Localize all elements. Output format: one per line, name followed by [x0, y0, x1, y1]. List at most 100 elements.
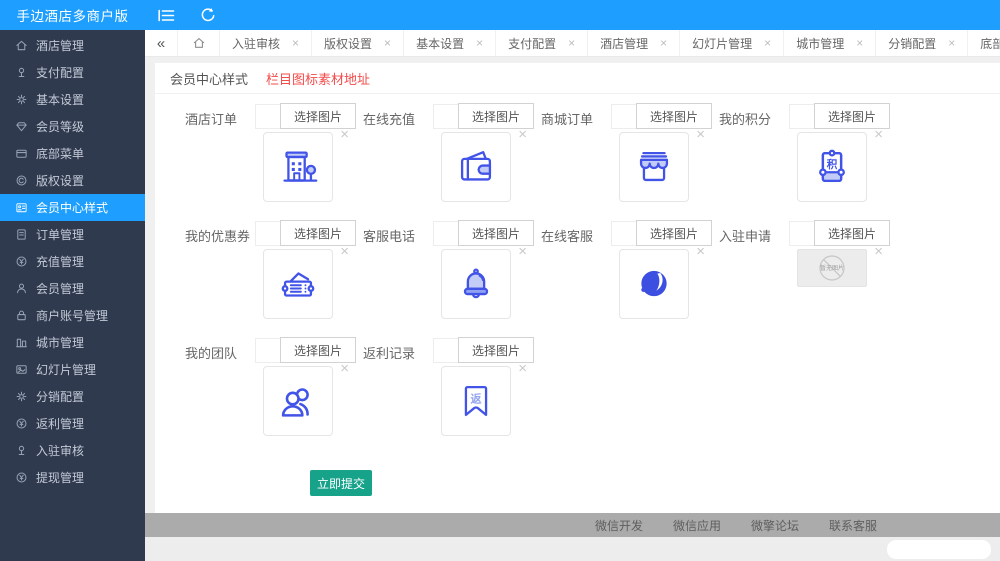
menu-toggle-icon[interactable]	[145, 0, 187, 30]
remove-image-icon[interactable]: ×	[696, 244, 705, 259]
sidebar-item-入驻审核[interactable]: 入驻审核	[0, 437, 145, 464]
tab-label: 基本设置	[416, 35, 464, 52]
upload-path-input[interactable]	[611, 221, 636, 246]
upload-path-input[interactable]	[789, 104, 814, 129]
remove-image-icon[interactable]: ×	[874, 244, 883, 259]
sidebar-item-底部菜单[interactable]: 底部菜单	[0, 140, 145, 167]
tab-close-icon[interactable]: ×	[292, 36, 299, 50]
sidebar-item-会员等级[interactable]: 会员等级	[0, 113, 145, 140]
upload-cell-我的团队: 我的团队选择图片×	[185, 337, 363, 436]
sidebar-item-label: 会员等级	[36, 118, 84, 135]
sidebar-item-label: 支付配置	[36, 64, 84, 81]
upload-path-input[interactable]	[433, 221, 458, 246]
sidebar-item-城市管理[interactable]: 城市管理	[0, 329, 145, 356]
tab-close-icon[interactable]: ×	[948, 36, 955, 50]
remove-image-icon[interactable]: ×	[518, 127, 527, 142]
tab-底部菜单[interactable]: 底部菜单×	[968, 30, 1000, 56]
image-preview-wrap: ×	[441, 132, 511, 202]
shop-icon	[619, 132, 689, 202]
tab-入驻审核[interactable]: 入驻审核×	[220, 30, 312, 56]
sidebar-item-幻灯片管理[interactable]: 幻灯片管理	[0, 356, 145, 383]
upload-cell-在线充值: 在线充值选择图片×	[363, 103, 541, 202]
sidebar-item-会员管理[interactable]: 会员管理	[0, 275, 145, 302]
upload-path-input[interactable]	[255, 338, 280, 363]
upload-path-input[interactable]	[255, 104, 280, 129]
tab-酒店管理[interactable]: 酒店管理 ×	[588, 30, 680, 56]
remove-image-icon[interactable]: ×	[340, 361, 349, 376]
sidebar-item-提现管理[interactable]: 提现管理	[0, 464, 145, 491]
tabs-collapse-button[interactable]: «	[145, 30, 178, 56]
tab-close-icon[interactable]: ×	[568, 36, 575, 50]
panel-header: 会员中心样式 栏目图标素材地址	[155, 63, 1000, 94]
main-area: « 入驻审核×版权设置×基本设置×支付配置×酒店管理×幻灯片管理×城市管理×分销…	[145, 30, 1000, 561]
item-label: 返利记录	[363, 337, 433, 436]
tabbar: « 入驻审核×版权设置×基本设置×支付配置×酒店管理×幻灯片管理×城市管理×分销…	[145, 30, 1000, 57]
upload-path-input[interactable]	[433, 338, 458, 363]
sidebar-item-label: 商户账号管理	[36, 307, 108, 324]
sidebar-item-返利管理[interactable]: 返利管理	[0, 410, 145, 437]
remove-image-icon[interactable]: ×	[518, 361, 527, 376]
remove-image-icon[interactable]: ×	[340, 127, 349, 142]
tab-close-icon[interactable]: ×	[384, 36, 391, 50]
upload-path-input[interactable]	[433, 104, 458, 129]
item-label: 在线充值	[363, 103, 433, 202]
no-image-placeholder: 暂无图片	[797, 249, 867, 287]
tab-close-icon[interactable]: ×	[764, 36, 771, 50]
remove-image-icon[interactable]: ×	[340, 244, 349, 259]
hotel-icon	[263, 132, 333, 202]
tab-label: 酒店管理	[600, 35, 648, 52]
tab-close-icon[interactable]: ×	[856, 36, 863, 50]
footer-link-联系客服[interactable]: 联系客服	[829, 517, 877, 534]
item-label: 我的团队	[185, 337, 255, 436]
sidebar-item-会员中心样式[interactable]: 会员中心样式	[0, 194, 145, 221]
tab-close-icon[interactable]: ×	[476, 36, 483, 50]
footer-link-微信应用[interactable]: 微信应用	[673, 517, 721, 534]
window-menu-icon	[15, 147, 28, 160]
home-tab-icon[interactable]	[178, 30, 220, 56]
sidebar-item-label: 酒店管理	[36, 37, 84, 54]
sidebar-item-基本设置[interactable]: 基本设置	[0, 86, 145, 113]
footer-links: 微信开发 微信应用 微擎论坛 联系客服	[595, 513, 877, 537]
image-preview-wrap: 暂无图片×	[797, 249, 867, 319]
item-controls: 选择图片×	[611, 220, 712, 319]
tab-label: 分销配置	[888, 35, 936, 52]
sidebar-item-分销配置[interactable]: 分销配置	[0, 383, 145, 410]
icon-material-link[interactable]: 栏目图标素材地址	[266, 69, 370, 88]
team-icon	[263, 366, 333, 436]
tab-close-icon[interactable]: ×	[660, 36, 667, 50]
sidebar-item-label: 提现管理	[36, 469, 84, 486]
sidebar-item-支付配置[interactable]: 支付配置	[0, 59, 145, 86]
slideshow-icon	[15, 363, 28, 376]
item-label: 酒店订单	[185, 103, 255, 202]
upload-path-input[interactable]	[611, 104, 636, 129]
tab-城市管理[interactable]: 城市管理×	[784, 30, 876, 56]
footer-link-微信开发[interactable]: 微信开发	[595, 517, 643, 534]
tab-基本设置[interactable]: 基本设置 ×	[404, 30, 496, 56]
upload-path-input[interactable]	[789, 221, 814, 246]
tab-分销配置[interactable]: 分销配置 ×	[876, 30, 968, 56]
location-pin-icon	[15, 66, 28, 79]
remove-image-icon[interactable]: ×	[518, 244, 527, 259]
item-controls: 选择图片×	[433, 103, 534, 202]
sidebar-item-酒店管理[interactable]: 酒店管理	[0, 32, 145, 59]
footer-link-微擎论坛[interactable]: 微擎论坛	[751, 517, 799, 534]
sidebar-item-商户账号管理[interactable]: 商户账号管理	[0, 302, 145, 329]
sidebar-item-充值管理[interactable]: 充值管理	[0, 248, 145, 275]
sidebar-item-版权设置[interactable]: 版权设置	[0, 167, 145, 194]
svg-text:返: 返	[470, 391, 481, 405]
footer-bar: 微信开发 微信应用 微擎论坛 联系客服	[145, 513, 1000, 537]
user-icon	[15, 282, 28, 295]
tab-支付配置[interactable]: 支付配置×	[496, 30, 588, 56]
tab-幻灯片管理[interactable]: 幻灯片管理×	[680, 30, 784, 56]
upload-path-input[interactable]	[255, 221, 280, 246]
image-preview-wrap: ×	[619, 249, 689, 319]
item-label: 我的优惠券	[185, 220, 255, 319]
submit-button[interactable]: 立即提交	[310, 470, 372, 496]
sidebar-item-订单管理[interactable]: 订单管理	[0, 221, 145, 248]
tab-版权设置[interactable]: 版权设置×	[312, 30, 404, 56]
remove-image-icon[interactable]: ×	[874, 127, 883, 142]
refresh-icon[interactable]	[187, 0, 229, 30]
sidebar-item-label: 返利管理	[36, 415, 84, 432]
remove-image-icon[interactable]: ×	[696, 127, 705, 142]
image-preview-wrap: ×	[441, 249, 511, 319]
